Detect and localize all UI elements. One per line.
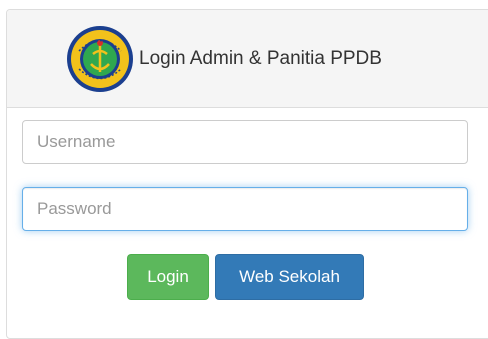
web-sekolah-button[interactable]: Web Sekolah [215, 254, 364, 300]
panel-heading: Login Admin & Panitia PPDB [7, 10, 488, 108]
password-input[interactable] [22, 187, 468, 231]
page-title: Login Admin & Panitia PPDB [139, 47, 382, 69]
username-input[interactable] [22, 120, 468, 164]
web-sekolah-button-label: Web Sekolah [239, 267, 340, 286]
login-button[interactable]: Login [127, 254, 209, 300]
school-emblem-icon [67, 25, 134, 92]
login-button-label: Login [147, 267, 189, 286]
